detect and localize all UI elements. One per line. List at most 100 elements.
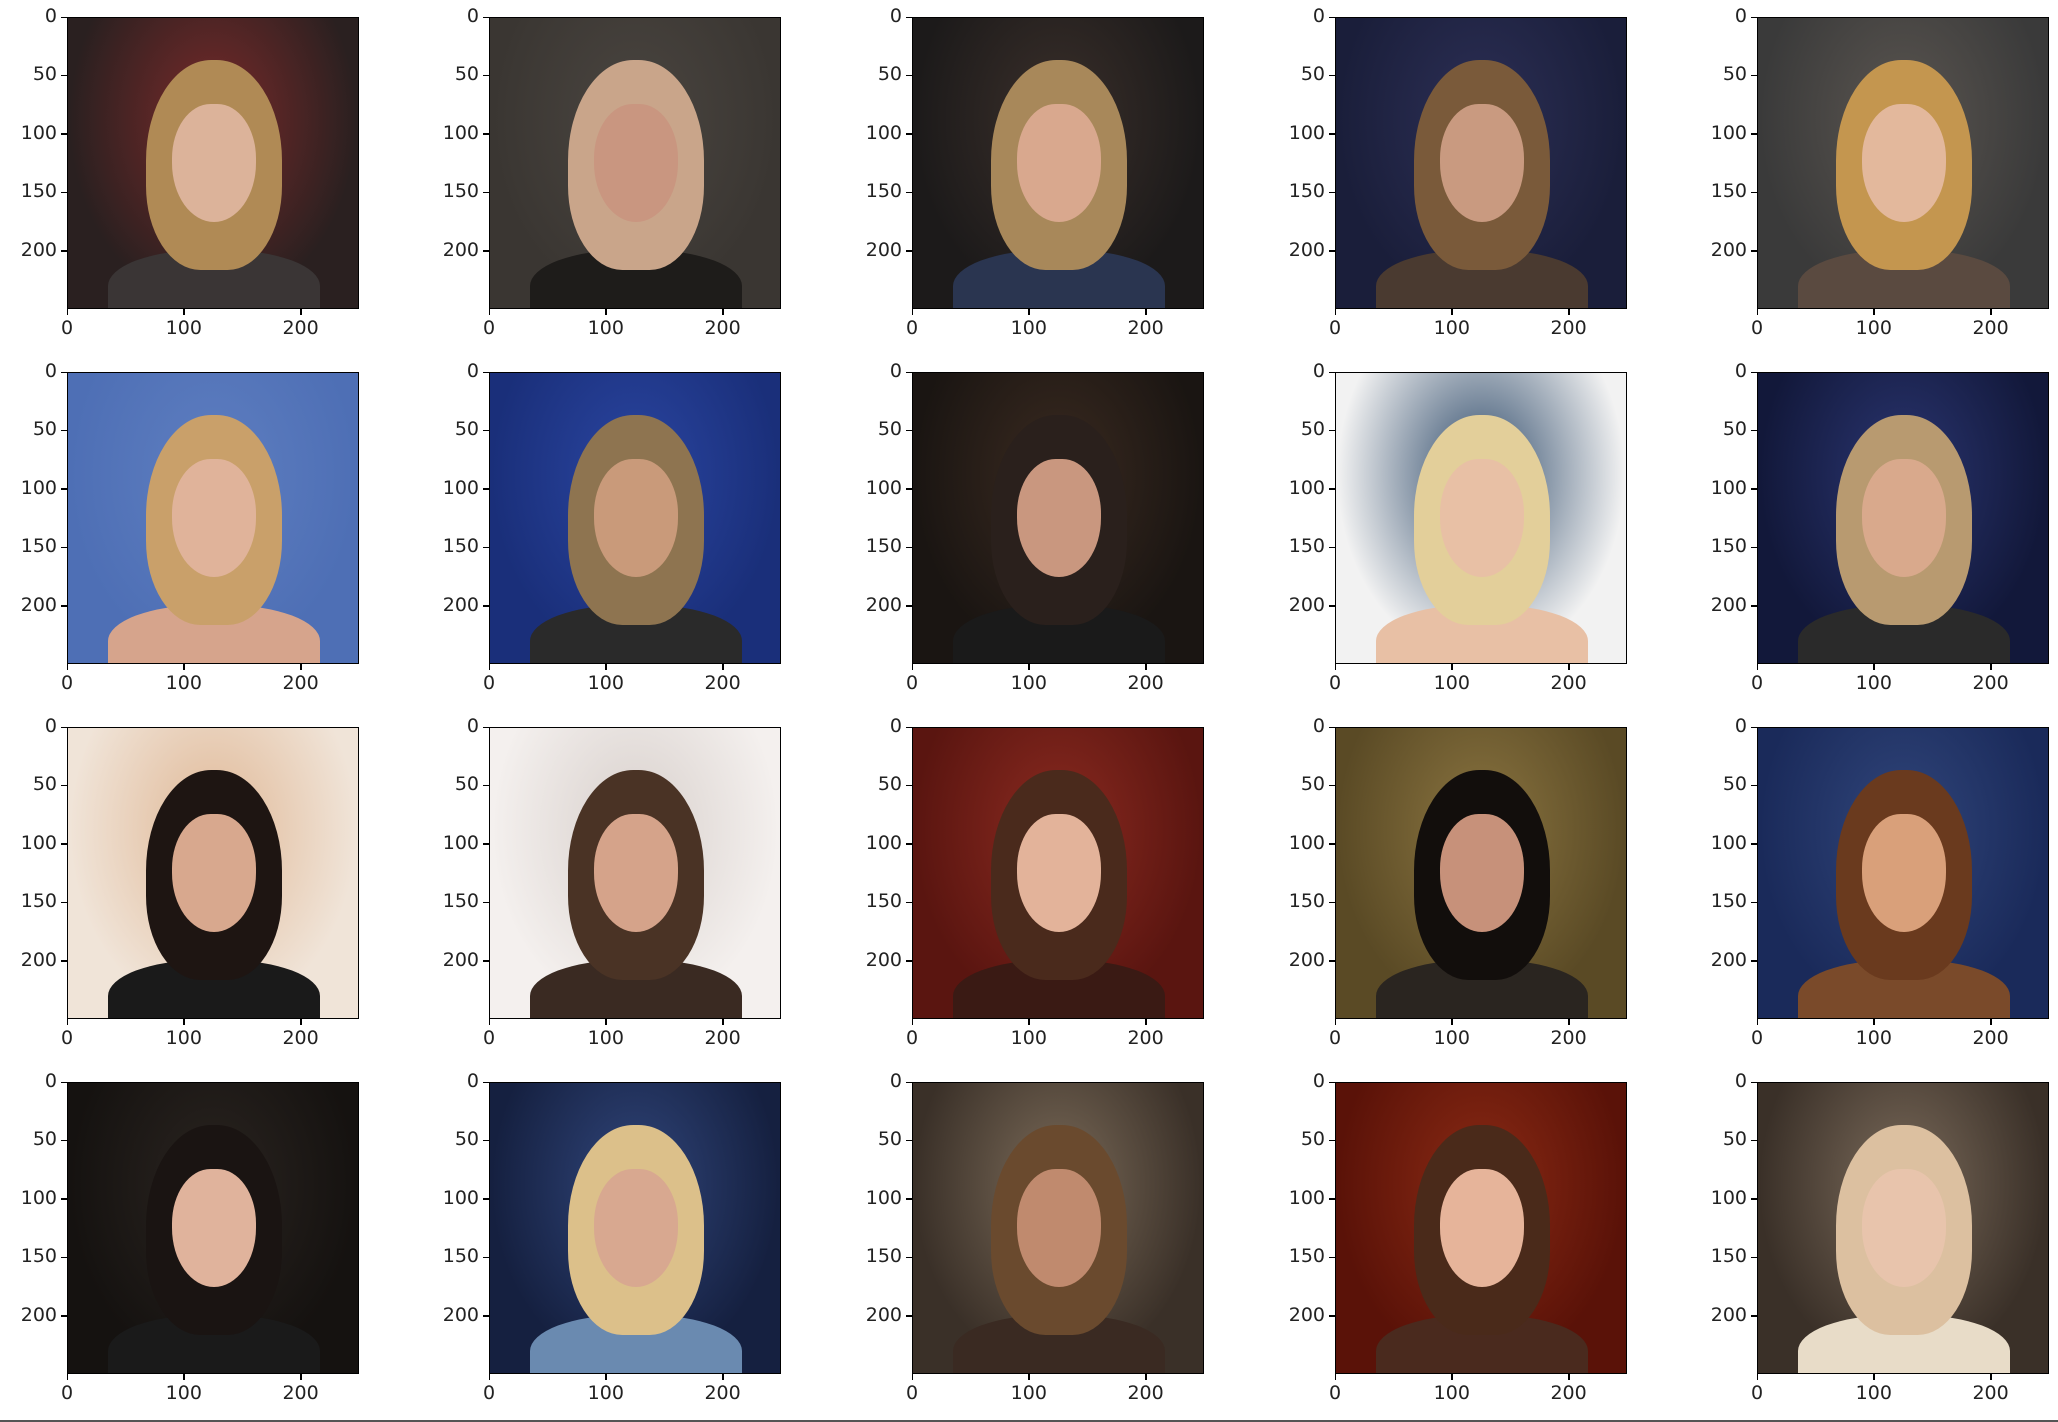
y-tick-mark [1329, 191, 1335, 194]
x-tick-mark [1451, 309, 1453, 315]
x-tick-mark [1334, 664, 1336, 670]
x-tick-label: 100 [587, 672, 624, 694]
y-tick-label: 50 [32, 63, 57, 86]
face-image [489, 17, 781, 309]
face-image [489, 1082, 781, 1374]
y-tick-label: 150 [865, 180, 902, 203]
y-tick-mark [483, 191, 489, 194]
y-tick-label: 200 [442, 593, 479, 616]
y-tick-label: 100 [1288, 476, 1325, 499]
face-image [912, 372, 1204, 664]
x-tick-label: 0 [1750, 672, 1764, 694]
y-tick-mark [483, 429, 489, 432]
x-tick-label: 0 [1328, 672, 1342, 694]
x-tick-label: 100 [587, 317, 624, 339]
x-tick-mark [722, 309, 724, 315]
x-tick-label: 0 [482, 672, 496, 694]
face-image [67, 727, 359, 1019]
y-tick-mark [61, 488, 67, 490]
x-tick-mark [488, 664, 490, 670]
y-tick-mark [483, 960, 489, 962]
x-tick-mark [1145, 1019, 1147, 1025]
x-tick-label: 200 [1550, 1027, 1587, 1049]
face-shape [1862, 814, 1946, 932]
y-tick-mark [1329, 726, 1335, 728]
y-tick-label: 150 [1288, 890, 1325, 913]
x-tick-label: 0 [60, 317, 74, 339]
y-tick-mark [1751, 784, 1757, 787]
y-tick-mark [1751, 16, 1757, 18]
x-tick-label: 100 [1010, 1382, 1047, 1404]
y-tick-label: 200 [1710, 1303, 1747, 1326]
y-tick-label: 0 [1312, 1070, 1325, 1092]
y-tick-label: 0 [44, 5, 57, 27]
y-tick-label: 150 [865, 535, 902, 558]
y-tick-mark [483, 901, 489, 904]
face-shape [1440, 459, 1524, 577]
x-tick-label: 0 [60, 1382, 74, 1404]
y-tick-mark [906, 843, 912, 845]
x-tick-mark [1873, 664, 1875, 670]
y-tick-label: 50 [877, 1128, 902, 1151]
y-tick-mark [1751, 191, 1757, 194]
x-tick-mark [1334, 309, 1336, 315]
x-tick-mark [1990, 309, 1992, 315]
y-tick-label: 200 [865, 238, 902, 261]
x-tick-mark [488, 1374, 490, 1380]
y-tick-mark [1751, 605, 1757, 607]
x-tick-label: 200 [1127, 1027, 1164, 1049]
x-tick-label: 200 [282, 1382, 319, 1404]
y-tick-mark [61, 74, 67, 77]
y-tick-mark [483, 1315, 489, 1317]
x-tick-label: 200 [704, 1027, 741, 1049]
y-tick-mark [1751, 250, 1757, 252]
x-tick-label: 200 [1972, 1382, 2009, 1404]
y-tick-label: 200 [1710, 238, 1747, 261]
x-tick-label: 100 [1433, 1027, 1470, 1049]
y-tick-mark [61, 429, 67, 432]
y-tick-mark [1751, 133, 1757, 135]
x-tick-mark [1756, 664, 1758, 670]
x-tick-label: 100 [165, 672, 202, 694]
x-tick-mark [722, 1019, 724, 1025]
y-tick-mark [61, 1198, 67, 1200]
x-tick-mark [722, 1374, 724, 1380]
face-image [1757, 17, 2049, 309]
x-tick-label: 0 [1328, 1382, 1342, 1404]
y-tick-label: 200 [442, 1303, 479, 1326]
x-tick-label: 100 [1855, 317, 1892, 339]
y-tick-label: 100 [442, 1186, 479, 1209]
y-tick-label: 150 [1710, 890, 1747, 913]
x-tick-mark [1028, 1374, 1030, 1380]
x-tick-mark [1568, 664, 1570, 670]
y-tick-mark [61, 1256, 67, 1259]
y-tick-label: 0 [44, 715, 57, 737]
y-tick-label: 100 [1288, 831, 1325, 854]
x-tick-mark [488, 309, 490, 315]
x-tick-label: 100 [165, 317, 202, 339]
y-tick-mark [1329, 74, 1335, 77]
y-tick-label: 50 [1300, 773, 1325, 796]
x-tick-mark [1028, 1019, 1030, 1025]
y-tick-mark [906, 605, 912, 607]
y-tick-mark [483, 784, 489, 787]
x-tick-label: 0 [482, 1027, 496, 1049]
x-tick-mark [1990, 1374, 1992, 1380]
face-shape [1440, 814, 1524, 932]
x-tick-mark [722, 664, 724, 670]
face-shape [172, 1169, 256, 1287]
y-tick-label: 200 [1710, 593, 1747, 616]
y-tick-label: 50 [877, 418, 902, 441]
face-shape [172, 814, 256, 932]
y-tick-mark [1329, 133, 1335, 135]
y-tick-label: 150 [20, 1245, 57, 1268]
y-tick-label: 0 [1312, 5, 1325, 27]
y-tick-mark [61, 784, 67, 787]
face-image [1335, 17, 1627, 309]
y-tick-mark [906, 726, 912, 728]
x-tick-label: 0 [905, 672, 919, 694]
x-tick-mark [1568, 1374, 1570, 1380]
x-tick-mark [1451, 664, 1453, 670]
face-shape [1862, 1169, 1946, 1287]
y-tick-label: 100 [442, 121, 479, 144]
